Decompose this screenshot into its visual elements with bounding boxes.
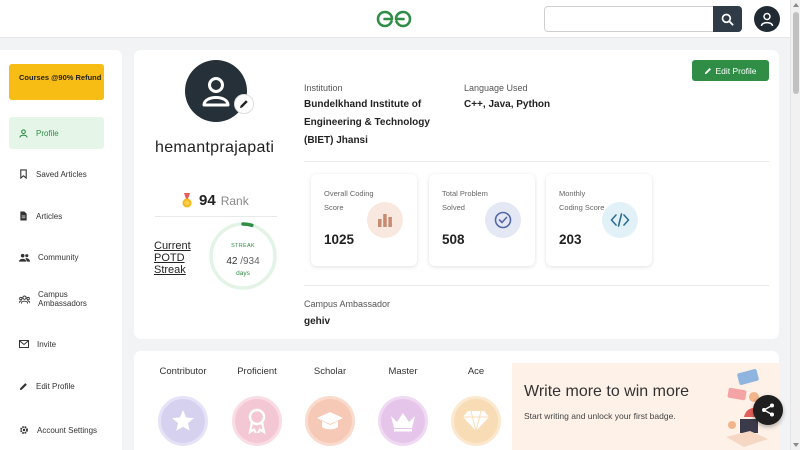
sidebar-item-label: Community: [38, 252, 79, 262]
badge-name-master: Master: [388, 366, 418, 377]
language-label: Language Used: [464, 83, 528, 93]
crown-badge-icon: [378, 396, 428, 446]
bar-chart-icon: [367, 202, 403, 238]
stat-card-monthly-score: Monthly Coding Score 203: [546, 174, 652, 266]
search-input[interactable]: [545, 7, 713, 31]
sidebar-item-saved-articles[interactable]: Saved Articles: [9, 158, 104, 190]
document-icon: [20, 211, 27, 221]
profile-avatar: [185, 60, 247, 122]
badges-card: Contributor Proficient Scholar Master Ac…: [134, 351, 779, 450]
sidebar-item-label: Profile: [36, 128, 59, 138]
badge-name-ace: Ace: [467, 366, 485, 377]
sidebar-item-label: Invite: [37, 339, 57, 349]
streak-current: 42: [226, 256, 238, 267]
stat-value: 203: [559, 232, 582, 247]
edit-profile-button[interactable]: Edit Profile: [692, 60, 769, 81]
stat-value: 1025: [324, 232, 355, 247]
stat-card-overall-score: Overall Coding Score 1025: [311, 174, 417, 266]
search-button[interactable]: [713, 6, 742, 32]
sidebar-item-label: Account Settings: [37, 425, 98, 435]
badge-name-scholar: Scholar: [313, 366, 347, 377]
user-icon: [19, 128, 28, 138]
pencil-icon: [19, 382, 27, 390]
sidebar-item-campus-ambassadors[interactable]: Campus Ambassadors: [9, 283, 104, 315]
star-badge-icon: [158, 396, 208, 446]
group-icon: [19, 295, 30, 304]
pencil-icon: [240, 100, 248, 108]
campus-ambassador-label: Campus Ambassador: [304, 299, 391, 309]
promo-title: Write more to win more: [524, 383, 690, 400]
search-box: [544, 6, 742, 32]
streak-total: /934: [240, 256, 260, 267]
bookmark-icon: [20, 169, 27, 179]
sidebar-item-edit-profile[interactable]: Edit Profile: [9, 370, 104, 402]
streak-title: STREAK: [231, 243, 255, 249]
promo-subtitle: Start writing and unlock your first badg…: [524, 411, 676, 421]
medal-icon: [182, 192, 192, 207]
sidebar-item-articles[interactable]: Articles: [9, 200, 104, 232]
search-icon: [721, 13, 734, 26]
edit-avatar-button[interactable]: [234, 94, 254, 114]
check-circle-icon: [485, 202, 521, 238]
ribbon-badge-icon: [232, 396, 282, 446]
stat-card-problems-solved: Total Problem Solved 508: [429, 174, 535, 266]
scroll-down-arrow-icon[interactable]: [793, 443, 799, 447]
divider: [155, 216, 277, 217]
geeksforgeeks-logo-icon[interactable]: [374, 9, 414, 29]
campus-ambassador-value: gehiv: [304, 316, 331, 327]
pencil-icon: [705, 67, 712, 74]
language-value: C++, Java, Python: [464, 99, 551, 110]
badge-name-proficient: Proficient: [237, 366, 277, 377]
mail-icon: [19, 340, 29, 348]
profile-username: hemantprajapati: [155, 139, 275, 156]
rank-value: 94: [199, 192, 216, 209]
rank-row: 94 Rank: [181, 192, 249, 209]
badge-name-contributor: Contributor: [159, 366, 207, 377]
user-avatar-icon: [202, 77, 230, 107]
institution-label: Institution: [304, 83, 343, 93]
scroll-thumb[interactable]: [793, 12, 799, 94]
sidebar-item-profile[interactable]: Profile: [9, 117, 104, 149]
code-icon: [602, 202, 638, 238]
people-icon: [19, 253, 30, 262]
page-scrollbar[interactable]: [790, 0, 800, 450]
gear-icon: [20, 426, 28, 434]
share-icon: [762, 403, 774, 417]
profile-card: hemantprajapati 94 Rank Current POTD Str…: [134, 50, 779, 339]
sidebar-item-label: Saved Articles: [36, 169, 87, 179]
graduation-cap-badge-icon: [305, 396, 355, 446]
diamond-badge-icon: [451, 396, 501, 446]
edit-profile-label: Edit Profile: [715, 65, 757, 76]
top-header: [0, 0, 790, 38]
institution-value: Bundelkhand Institute of Engineering & T…: [304, 99, 430, 146]
sidebar-item-label: Edit Profile: [36, 381, 75, 391]
divider: [304, 285, 769, 286]
write-promo-banner[interactable]: Write more to win more Start writing and…: [512, 363, 779, 450]
user-avatar-icon: [760, 12, 774, 27]
sidebar-item-invite[interactable]: Invite: [9, 328, 104, 360]
scroll-up-arrow-icon[interactable]: [793, 3, 799, 7]
rank-label: Rank: [220, 193, 249, 208]
divider: [304, 161, 769, 162]
potd-streak-link[interactable]: Current POTD Streak: [154, 240, 209, 276]
stat-value: 508: [442, 232, 465, 247]
sidebar: Courses @90% Refund Profile Saved Articl…: [0, 50, 122, 450]
user-avatar-button[interactable]: [754, 6, 780, 32]
sidebar-item-label: Articles: [36, 211, 63, 221]
sidebar-item-label: Campus Ambassadors: [38, 290, 87, 308]
sidebar-item-community[interactable]: Community: [9, 241, 104, 273]
courses-refund-button[interactable]: Courses @90% Refund: [9, 64, 104, 100]
streak-days-label: days: [236, 270, 250, 277]
share-button[interactable]: [753, 395, 783, 425]
sidebar-item-account-settings[interactable]: Account Settings: [9, 414, 104, 446]
streak-value: 42 /934: [208, 256, 278, 267]
